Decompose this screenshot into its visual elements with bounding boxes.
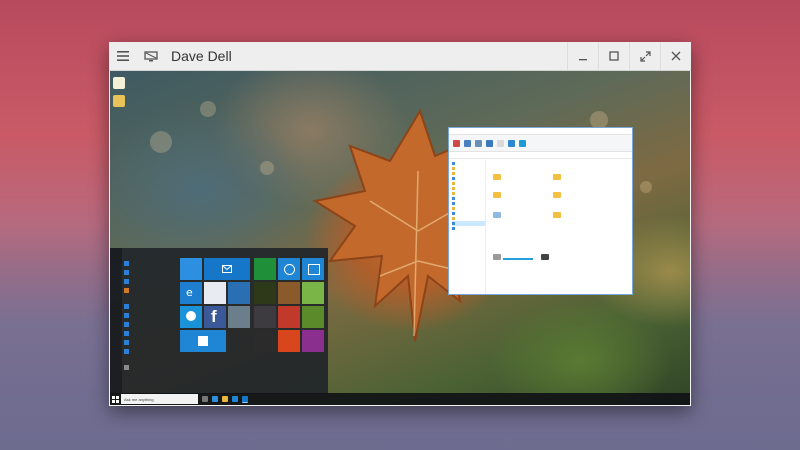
window-title: Dave Dell [171,48,232,64]
desktop-folder-icon[interactable] [113,95,125,107]
explorer-content [489,160,630,294]
remote-desktop-window: Dave Dell e f Ask me anything [109,42,691,406]
folder-icon[interactable] [553,212,561,218]
facebook-tile[interactable]: f [204,306,226,328]
game-tile[interactable] [254,306,276,328]
start-menu-rail [110,248,122,394]
photos-tile[interactable] [204,282,226,304]
app-list-item[interactable] [124,311,176,319]
bokeh-light [260,161,274,175]
ribbon-properties-icon[interactable] [519,139,526,147]
app-list [124,252,176,372]
bokeh-light [640,181,652,193]
app-list-header [124,356,176,363]
app-list-header [124,252,176,259]
xbox-tile[interactable] [254,258,276,280]
drive-icon[interactable] [493,254,501,260]
drive-icon[interactable] [541,254,549,260]
weather-tile[interactable] [228,282,250,304]
ribbon-delete-icon[interactable] [497,139,504,147]
windows-start-icon[interactable] [110,393,120,405]
taskbar-search-box[interactable]: Ask me anything [121,394,198,404]
app-list-item[interactable] [124,268,176,276]
ribbon-pin-icon[interactable] [453,139,460,147]
bokeh-light [200,101,216,117]
nav-item[interactable] [452,226,485,231]
explorer-ribbon [449,135,632,152]
maximize-icon[interactable] [598,42,629,70]
window-titlebar: Dave Dell [109,42,691,71]
edge-tile[interactable]: e [180,282,202,304]
ribbon-move-icon[interactable] [486,139,493,147]
movies-tile[interactable] [302,258,324,280]
tile-group-play [254,258,324,352]
solitaire-tile[interactable] [278,282,300,304]
remote-display-icon[interactable] [137,42,165,70]
app-list-header [124,295,176,302]
app-list-item[interactable] [124,347,176,355]
edge-taskbar-icon[interactable] [212,396,218,402]
app-list-item[interactable] [124,302,176,310]
ribbon-copy-icon[interactable] [464,139,471,147]
ribbon-paste-icon[interactable] [475,139,482,147]
game-tile[interactable] [254,282,276,304]
remote-desktop-wallpaper: e f Ask me anything [110,71,690,405]
fullscreen-icon[interactable] [629,42,660,70]
mail-taskbar-icon[interactable] [242,395,248,403]
start-tiles: e f [180,252,326,390]
game-tile[interactable] [302,306,324,328]
taskbar: Ask me anything [110,393,690,405]
game-tile[interactable] [254,330,276,352]
start-menu: e f [110,248,328,394]
folder-icon[interactable] [553,174,561,180]
app-list-item[interactable] [124,329,176,337]
app-list-item[interactable] [124,320,176,328]
store-taskbar-icon[interactable] [232,396,238,402]
store-tile[interactable] [180,330,226,352]
tile-group-life: e f [180,258,250,352]
bokeh-light [150,131,172,153]
app-list-item[interactable] [124,363,176,371]
explorer-titlebar [449,128,632,135]
skype-tile[interactable] [180,306,202,328]
close-icon[interactable] [660,42,691,70]
bokeh-light [590,111,608,129]
racing-game-tile[interactable] [278,306,300,328]
hamburger-menu-icon[interactable] [109,42,137,70]
app-list-item[interactable] [124,259,176,267]
folder-icon[interactable] [493,192,501,198]
recycle-bin-icon[interactable] [113,77,125,89]
app-list-item[interactable] [124,277,176,285]
search-placeholder: Ask me anything [124,396,154,402]
minimize-icon[interactable] [567,42,598,70]
file-explorer-window [449,128,632,294]
folder-icon[interactable] [493,212,501,218]
app-list-item[interactable] [124,338,176,346]
explorer-nav-pane [449,158,486,294]
office-tile[interactable] [278,330,300,352]
groove-tile[interactable] [278,258,300,280]
app-list-item[interactable] [124,286,176,294]
ribbon-new-folder-icon[interactable] [508,139,515,147]
onenote-tile[interactable] [302,330,324,352]
task-view-icon[interactable] [202,396,208,402]
calendar-tile[interactable] [180,258,202,280]
explorer-taskbar-icon[interactable] [222,396,228,402]
folder-icon[interactable] [493,174,501,180]
mail-tile[interactable] [204,258,250,280]
folder-icon[interactable] [553,192,561,198]
people-photo-tile[interactable] [228,306,250,328]
drive-usage-bar [503,258,533,260]
candy-game-tile[interactable] [302,282,324,304]
